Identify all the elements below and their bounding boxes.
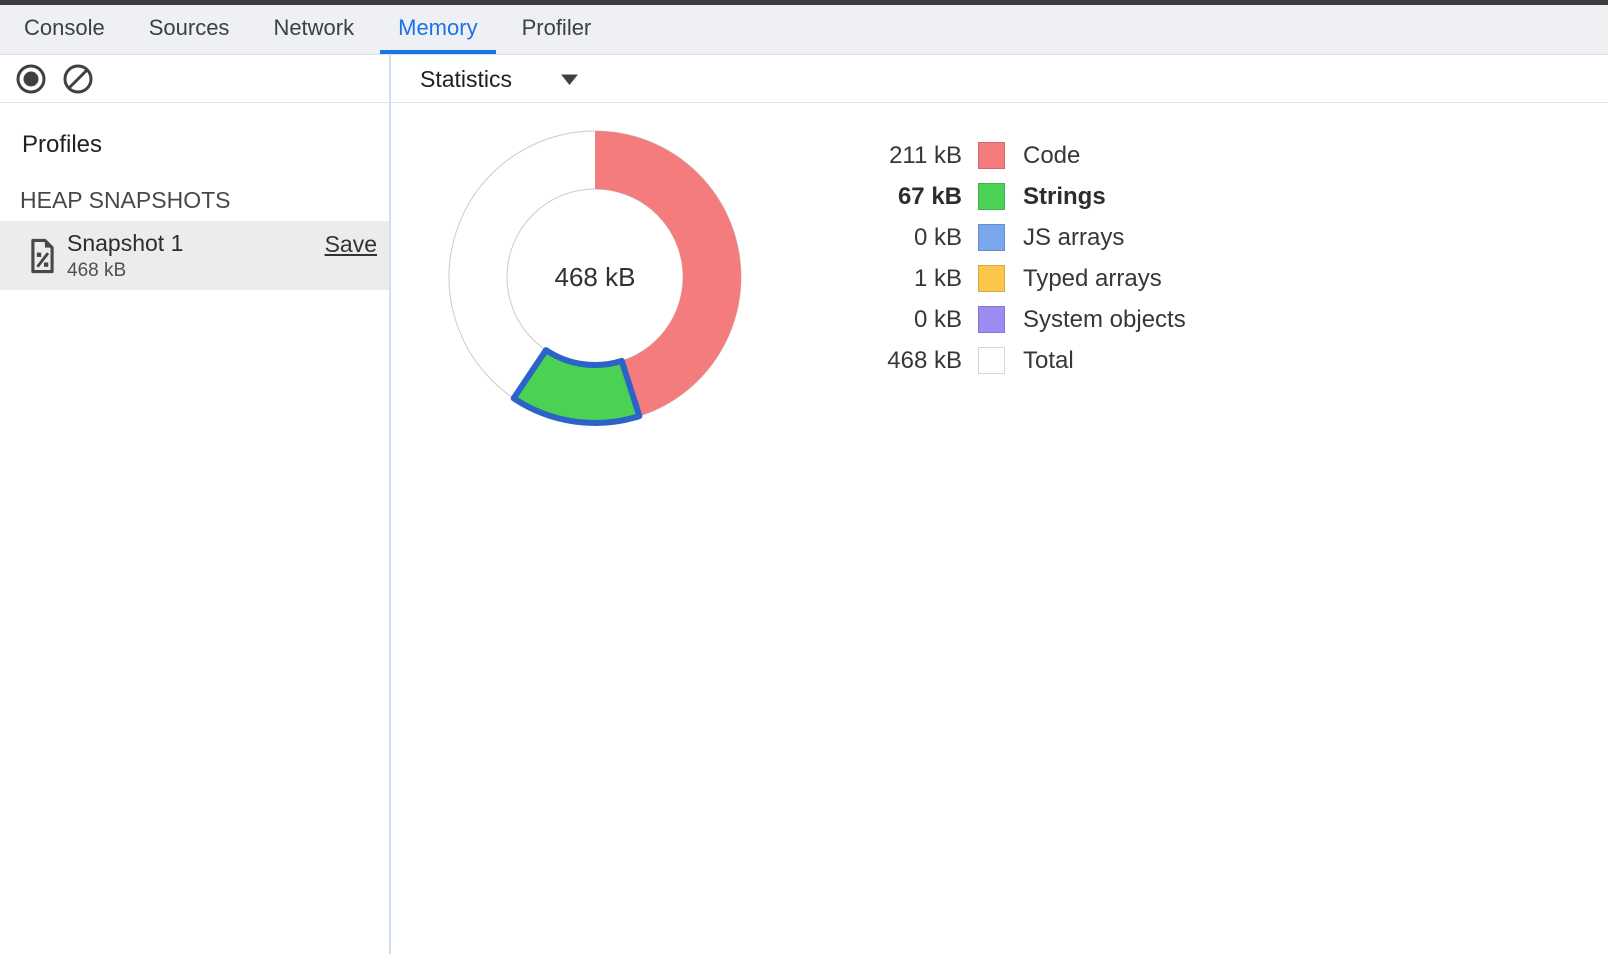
chart-legend: 211 kB Code 67 kB Strings 0 kB JS arrays 1 kB T… xyxy=(852,135,1186,381)
devtools-window: ConsoleSourcesNetworkMemoryProfiler Stat… xyxy=(0,0,1608,954)
heap-snapshot-file-icon xyxy=(29,238,56,279)
panel-tab-bar: ConsoleSourcesNetworkMemoryProfiler xyxy=(0,5,1608,55)
snapshot-info: Snapshot 1 468 kB xyxy=(67,230,183,282)
heap-snapshots-section-title: HEAP SNAPSHOTS xyxy=(20,187,230,214)
tab-sources[interactable]: Sources xyxy=(131,5,248,54)
profiles-sidebar: Profiles HEAP SNAPSHOTS Snapshot 1 468 k… xyxy=(0,103,389,954)
dropdown-caret-icon xyxy=(560,73,579,86)
legend-row-code: 211 kB Code xyxy=(852,135,1186,176)
legend-value: 0 kB xyxy=(852,224,962,252)
legend-label: Typed arrays xyxy=(1023,265,1162,293)
legend-swatch-typed-arrays xyxy=(978,265,1005,292)
heap-donut-chart: 468 kB xyxy=(435,117,755,437)
memory-toolbar: Statistics xyxy=(0,55,1608,103)
legend-label: JS arrays xyxy=(1023,224,1124,252)
legend-swatch-system-objects xyxy=(978,306,1005,333)
tab-memory[interactable]: Memory xyxy=(380,5,495,54)
legend-value: 468 kB xyxy=(852,347,962,375)
statistics-dropdown-value: Statistics xyxy=(420,66,512,93)
legend-label: Code xyxy=(1023,142,1080,170)
legend-swatch-code xyxy=(978,142,1005,169)
legend-value: 0 kB xyxy=(852,306,962,334)
legend-swatch-total xyxy=(978,347,1005,374)
legend-swatch-js-arrays xyxy=(978,224,1005,251)
legend-swatch-strings xyxy=(978,183,1005,210)
legend-label: Total xyxy=(1023,347,1074,375)
legend-row-system-objects: 0 kB System objects xyxy=(852,299,1186,340)
statistics-dropdown[interactable]: Statistics xyxy=(420,55,579,103)
legend-value: 67 kB xyxy=(852,183,962,211)
legend-row-js-arrays: 0 kB JS arrays xyxy=(852,217,1186,258)
legend-row-typed-arrays: 1 kB Typed arrays xyxy=(852,258,1186,299)
clear-profiles-button[interactable] xyxy=(62,63,94,95)
statistics-view: 468 kB 211 kB Code 67 kB Strings 0 kB JS arra… xyxy=(391,103,1608,954)
legend-value: 211 kB xyxy=(852,142,962,170)
save-link[interactable]: Save xyxy=(325,231,377,258)
record-heap-snapshot-button[interactable] xyxy=(15,63,47,95)
legend-value: 1 kB xyxy=(852,265,962,293)
snapshot-list-item[interactable]: Snapshot 1 468 kB Save xyxy=(0,221,389,290)
tab-network[interactable]: Network xyxy=(255,5,372,54)
chart-total-label: 468 kB xyxy=(555,262,636,292)
legend-row-total: 468 kB Total xyxy=(852,340,1186,381)
snapshot-title: Snapshot 1 xyxy=(67,230,183,257)
record-icon xyxy=(15,63,47,95)
tab-console[interactable]: Console xyxy=(6,5,123,54)
legend-label: System objects xyxy=(1023,306,1186,334)
block-icon xyxy=(62,63,94,95)
snapshot-size: 468 kB xyxy=(67,260,183,282)
profiles-title: Profiles xyxy=(22,131,102,159)
legend-row-strings: 67 kB Strings xyxy=(852,176,1186,217)
tab-profiler[interactable]: Profiler xyxy=(504,5,610,54)
legend-label: Strings xyxy=(1023,183,1106,211)
